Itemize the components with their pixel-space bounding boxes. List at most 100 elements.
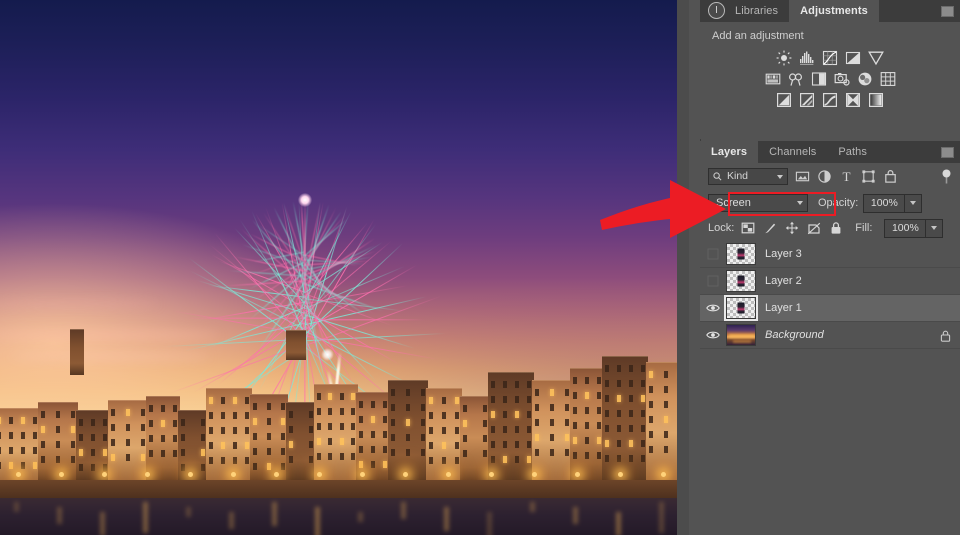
lock-image-pixels-icon[interactable] xyxy=(763,221,777,235)
layer-visibility-toggle[interactable] xyxy=(700,268,726,294)
tab-adjustments[interactable]: Adjustments xyxy=(789,0,879,22)
vibrance-icon[interactable] xyxy=(868,50,884,66)
street-lamp xyxy=(102,472,107,477)
layer-row[interactable]: Layer 3 xyxy=(700,241,960,268)
window xyxy=(289,441,293,448)
black-white-icon[interactable] xyxy=(811,71,827,87)
street-lamp xyxy=(661,472,666,477)
tab-paths[interactable]: Paths xyxy=(827,141,878,163)
window xyxy=(605,380,609,387)
layer-thumbnail[interactable] xyxy=(726,243,756,265)
layer-visibility-toggle[interactable] xyxy=(700,241,726,267)
window xyxy=(550,389,554,396)
tab-libraries[interactable]: Libraries xyxy=(724,0,790,22)
document-canvas[interactable] xyxy=(0,0,677,535)
brightness-contrast-icon[interactable] xyxy=(776,50,792,66)
filter-smart-object-icon[interactable] xyxy=(883,169,898,184)
levels-icon[interactable] xyxy=(799,50,815,66)
hue-saturation-icon[interactable] xyxy=(765,71,781,87)
posterize-icon[interactable] xyxy=(799,92,815,108)
layer-visibility-toggle[interactable] xyxy=(700,295,726,321)
filter-shape-icon[interactable] xyxy=(861,169,876,184)
channel-mixer-icon[interactable] xyxy=(857,71,873,87)
exposure-icon[interactable] xyxy=(845,50,861,66)
curves-icon[interactable] xyxy=(822,50,838,66)
lock-all-icon[interactable] xyxy=(829,221,843,235)
lock-position-icon[interactable] xyxy=(785,221,799,235)
window xyxy=(281,433,285,440)
building xyxy=(206,388,252,480)
eye-icon xyxy=(706,331,720,339)
window xyxy=(605,425,609,432)
invert-icon[interactable] xyxy=(776,92,792,108)
threshold-icon[interactable] xyxy=(822,92,838,108)
opacity-input[interactable]: 100% xyxy=(863,193,906,213)
window xyxy=(351,423,355,430)
panel-menu-icon[interactable] xyxy=(941,6,954,17)
photo-filter-icon[interactable] xyxy=(834,71,850,87)
window xyxy=(359,401,363,408)
tab-channels[interactable]: Channels xyxy=(758,141,828,163)
window xyxy=(491,426,495,433)
window xyxy=(309,441,313,448)
window xyxy=(573,377,577,384)
selective-color-icon[interactable] xyxy=(845,92,861,108)
window xyxy=(209,427,213,434)
fill-slider-toggle[interactable] xyxy=(926,218,944,238)
layer-thumbnail[interactable] xyxy=(724,295,758,321)
tab-layers[interactable]: Layers xyxy=(700,141,759,163)
filter-power-toggle-icon[interactable] xyxy=(941,169,952,184)
window xyxy=(351,453,355,460)
opacity-slider-toggle[interactable] xyxy=(905,193,923,213)
layer-row[interactable]: Layer 1 xyxy=(700,295,960,322)
bell-tower xyxy=(70,329,84,375)
gradient-map-icon[interactable] xyxy=(868,92,884,108)
composite-image xyxy=(0,0,677,535)
street-lamp xyxy=(274,472,279,477)
lock-row: Lock: Fill: 100% xyxy=(700,217,960,239)
layers-panel-group: Layers Channels Paths Kind T Screen Opac… xyxy=(700,141,960,535)
light-reflection xyxy=(444,507,449,531)
lock-artboard-nesting-icon[interactable] xyxy=(807,221,821,235)
fill-input[interactable]: 100% xyxy=(884,218,927,238)
layer-row[interactable]: Background xyxy=(700,322,960,349)
window xyxy=(0,417,1,424)
color-lookup-icon[interactable] xyxy=(880,71,896,87)
building xyxy=(570,368,604,480)
window xyxy=(126,439,130,446)
layer-list[interactable]: Layer 3 Layer 2 Layer 1 Background xyxy=(700,241,960,349)
canvas-vertical-scrollbar[interactable] xyxy=(677,0,689,535)
color-balance-icon[interactable] xyxy=(788,71,804,87)
layer-thumbnail[interactable] xyxy=(726,270,756,292)
adjustment-icon-grid xyxy=(700,50,960,113)
window xyxy=(181,419,185,426)
light-reflection xyxy=(573,507,578,524)
window xyxy=(209,412,213,419)
layer-visibility-toggle[interactable] xyxy=(700,322,726,348)
filter-pixel-icon[interactable] xyxy=(795,169,810,184)
filter-adjustment-icon[interactable] xyxy=(817,169,832,184)
lock-transparent-pixels-icon[interactable] xyxy=(741,221,755,235)
eye-off-icon xyxy=(707,248,719,260)
window xyxy=(0,447,1,454)
window xyxy=(641,440,645,447)
window xyxy=(245,397,249,404)
window xyxy=(649,371,653,378)
window xyxy=(141,454,145,461)
light-reflection xyxy=(143,502,148,533)
window xyxy=(351,438,355,445)
window xyxy=(565,404,569,411)
street-lamp xyxy=(403,472,408,477)
window xyxy=(359,461,363,468)
window xyxy=(527,381,531,388)
layer-row[interactable]: Layer 2 xyxy=(700,268,960,295)
layer-thumbnail[interactable] xyxy=(726,324,756,346)
info-circle-icon[interactable] xyxy=(708,2,725,19)
window xyxy=(585,377,589,384)
window xyxy=(649,431,653,438)
window xyxy=(597,422,601,429)
window xyxy=(328,423,333,430)
filter-type-icon[interactable]: T xyxy=(839,169,854,184)
panel-menu-icon[interactable] xyxy=(941,147,954,158)
window xyxy=(629,425,633,432)
